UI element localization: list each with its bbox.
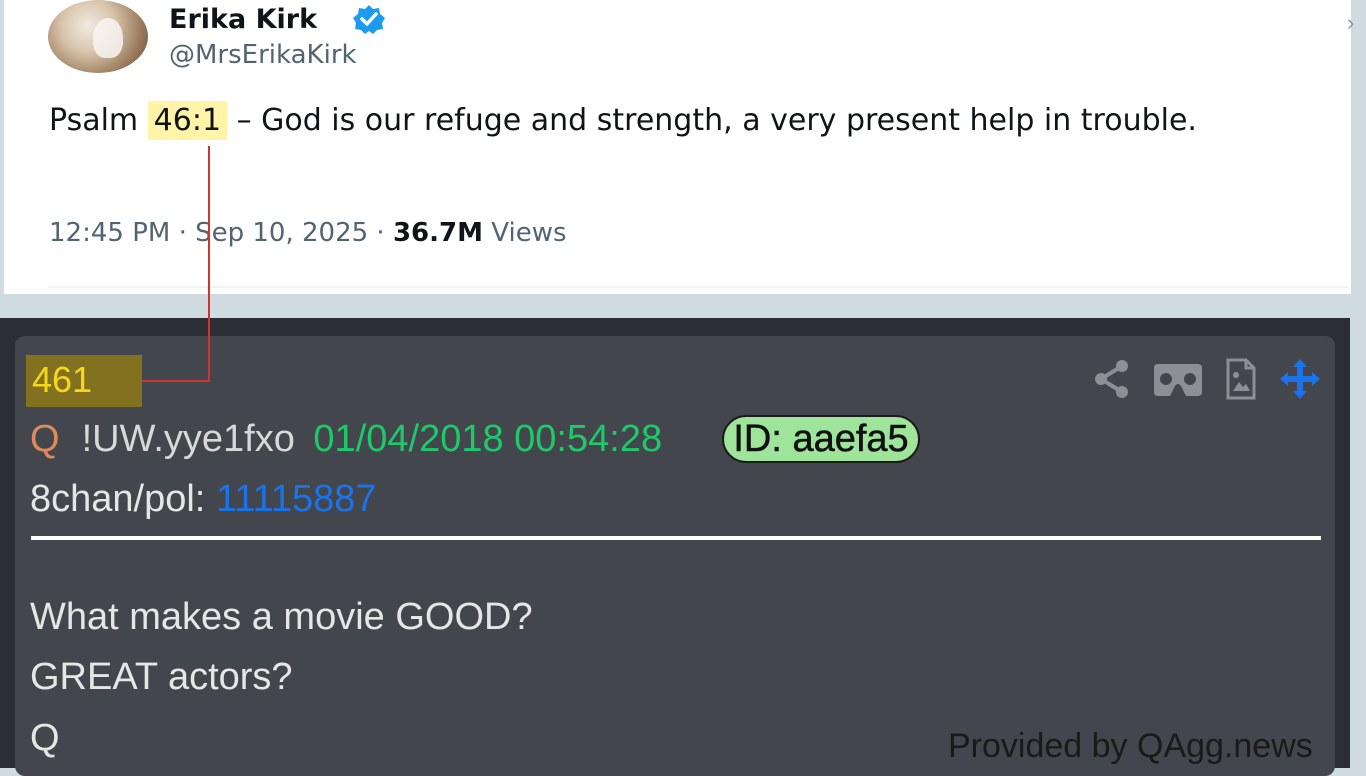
divider xyxy=(48,286,1348,288)
board-post-link[interactable]: 11115887 xyxy=(216,478,377,520)
highlighted-verse: 46:1 xyxy=(147,101,228,140)
move-arrows-icon[interactable] xyxy=(1279,358,1321,400)
board-line: 8chan/pol: 11115887 xyxy=(30,478,377,521)
verified-badge-icon xyxy=(353,5,385,34)
post-line: GREAT actors? xyxy=(30,656,293,698)
tweet-card: Erika Kirk @MrsErikaKirk › Psalm 46:1 – … xyxy=(4,0,1354,294)
author-handle[interactable]: @MrsErikaKirk xyxy=(169,40,357,70)
tweet-text-start: Psalm xyxy=(49,103,148,138)
more-icon[interactable]: › xyxy=(1347,10,1354,36)
image-file-icon[interactable] xyxy=(1225,358,1257,400)
post-datetime: 01/04/2018 00:54:28 xyxy=(313,418,663,460)
avatar[interactable] xyxy=(48,0,148,73)
connector-line xyxy=(208,146,210,382)
views-count: 36.7M xyxy=(392,218,483,248)
connector-line xyxy=(142,380,210,382)
credit-text: Provided by QAgg.news xyxy=(948,727,1313,765)
author-name[interactable]: Erika Kirk xyxy=(169,4,317,35)
views-label: Views xyxy=(491,218,567,248)
post-number: 461 xyxy=(26,355,142,407)
share-icon[interactable] xyxy=(1093,358,1131,400)
post-signature: Q xyxy=(30,717,60,759)
tweet-meta: 12:45 PM · Sep 10, 2025 · 36.7M Views xyxy=(49,218,567,248)
post-header: Q !UW.yye1fxo 01/04/2018 00:54:28 xyxy=(30,418,662,461)
tweet-text: Psalm 46:1 – God is our refuge and stren… xyxy=(49,99,1349,142)
board-label: 8chan/pol: xyxy=(30,478,206,520)
qpost-panel xyxy=(15,336,1335,776)
tweet-text-end: – God is our refuge and strength, a very… xyxy=(227,103,1197,138)
divider xyxy=(31,536,1321,540)
id-badge[interactable]: ID: aaefa5 xyxy=(722,415,920,463)
tweet-time[interactable]: 12:45 PM xyxy=(49,218,170,248)
tweet-date[interactable]: Sep 10, 2025 xyxy=(195,218,368,248)
author-name: Q xyxy=(30,418,60,460)
post-line: What makes a movie GOOD? xyxy=(30,596,533,638)
vr-headset-icon[interactable] xyxy=(1152,364,1204,396)
tripcode: !UW.yye1fxo xyxy=(81,418,295,460)
